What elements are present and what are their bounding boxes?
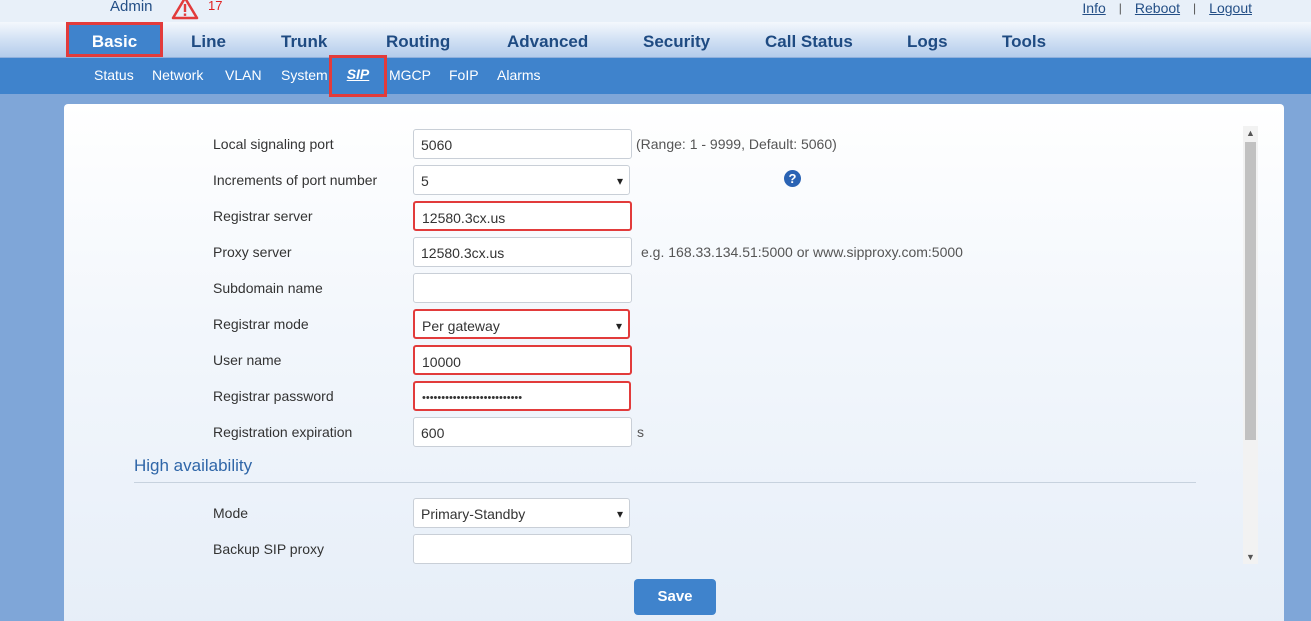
increments-label: Increments of port number xyxy=(213,172,378,188)
local-port-hint: (Range: 1 - 9999, Default: 5060) xyxy=(636,136,837,152)
row-proxy-server: Proxy server 12580.3cx.us e.g. 168.33.13… xyxy=(213,237,1113,267)
subnav-foip[interactable]: FoIP xyxy=(449,67,479,83)
scroll-up-icon[interactable]: ▲ xyxy=(1243,126,1258,140)
row-local-port: Local signaling port 5060 (Range: 1 - 99… xyxy=(213,129,1113,159)
registrar-server-label: Registrar server xyxy=(213,208,313,224)
row-registration-expiration: Registration expiration 600 s xyxy=(213,417,1113,447)
reboot-link[interactable]: Reboot xyxy=(1135,0,1180,16)
subnav-status[interactable]: Status xyxy=(94,67,134,83)
row-ha-mode: Mode Primary-Standby xyxy=(213,498,1113,529)
help-icon[interactable]: ? xyxy=(784,170,801,187)
subdomain-label: Subdomain name xyxy=(213,280,323,296)
nav-logs[interactable]: Logs xyxy=(907,22,948,57)
nav-trunk[interactable]: Trunk xyxy=(281,22,327,57)
section-divider xyxy=(134,482,1196,483)
user-name-label: User name xyxy=(213,352,282,368)
registrar-password-input[interactable]: •••••••••••••••••••••••••• xyxy=(413,381,631,411)
scrollbar[interactable]: ▲ ▼ xyxy=(1243,126,1258,564)
user-name-input[interactable]: 10000 xyxy=(413,345,632,375)
scroll-down-icon[interactable]: ▼ xyxy=(1243,550,1258,564)
top-links: Info | Reboot | Logout xyxy=(1082,0,1252,16)
subnav-alarms[interactable]: Alarms xyxy=(497,67,541,83)
row-registrar-password: Registrar password •••••••••••••••••••••… xyxy=(213,381,1113,411)
sub-nav: Status Network VLAN System SIP MGCP FoIP… xyxy=(0,55,1311,97)
proxy-server-hint: e.g. 168.33.134.51:5000 or www.sipproxy.… xyxy=(641,244,963,260)
row-registrar-server: Registrar server 12580.3cx.us xyxy=(213,201,1113,231)
subnav-sip[interactable]: SIP xyxy=(329,55,387,97)
row-increments: Increments of port number 5 ? xyxy=(213,165,1113,196)
local-port-input[interactable]: 5060 xyxy=(413,129,632,159)
subnav-network[interactable]: Network xyxy=(152,67,203,83)
nav-security[interactable]: Security xyxy=(643,22,710,57)
link-separator: | xyxy=(1118,1,1122,15)
subnav-system[interactable]: System xyxy=(281,67,328,83)
backup-proxy-input[interactable] xyxy=(413,534,632,564)
backup-proxy-label: Backup SIP proxy xyxy=(213,541,325,557)
alarm-warning-icon[interactable] xyxy=(171,0,199,20)
subnav-vlan[interactable]: VLAN xyxy=(225,67,262,83)
local-port-label: Local signaling port xyxy=(213,136,334,152)
subdomain-input[interactable] xyxy=(413,273,632,303)
nav-basic[interactable]: Basic xyxy=(66,22,163,57)
subnav-mgcp[interactable]: MGCP xyxy=(389,67,431,83)
increments-select[interactable]: 5 xyxy=(413,165,630,196)
nav-line[interactable]: Line xyxy=(191,22,226,57)
nav-call-status[interactable]: Call Status xyxy=(765,22,853,57)
scroll-thumb[interactable] xyxy=(1245,142,1256,440)
registration-expiration-unit: s xyxy=(637,424,644,440)
registrar-mode-label: Registrar mode xyxy=(213,316,309,332)
proxy-server-label: Proxy server xyxy=(213,244,292,260)
row-user-name: User name 10000 xyxy=(213,345,1113,375)
nav-advanced[interactable]: Advanced xyxy=(507,22,588,57)
nav-routing[interactable]: Routing xyxy=(386,22,450,57)
registrar-password-label: Registrar password xyxy=(213,388,334,404)
user-name: Admin xyxy=(110,0,153,15)
high-availability-title: High availability xyxy=(134,456,253,475)
main-nav: Basic Line Trunk Routing Advanced Securi… xyxy=(0,22,1311,58)
alarm-count[interactable]: 17 xyxy=(208,0,222,13)
save-button[interactable]: Save xyxy=(634,579,716,615)
ha-mode-select[interactable]: Primary-Standby xyxy=(413,498,630,529)
sip-settings-panel: Local signaling port 5060 (Range: 1 - 99… xyxy=(64,104,1284,621)
logout-link[interactable]: Logout xyxy=(1209,0,1252,16)
top-bar: Admin 17 Info | Reboot | Logout xyxy=(0,0,1311,22)
registrar-mode-select[interactable]: Per gateway xyxy=(413,309,630,341)
info-link[interactable]: Info xyxy=(1082,0,1105,16)
link-separator: | xyxy=(1193,1,1197,15)
registration-expiration-label: Registration expiration xyxy=(213,424,353,440)
registrar-server-input[interactable]: 12580.3cx.us xyxy=(413,201,632,231)
proxy-server-input[interactable]: 12580.3cx.us xyxy=(413,237,632,267)
ha-mode-label: Mode xyxy=(213,505,249,521)
row-subdomain: Subdomain name xyxy=(213,273,1113,303)
nav-tools[interactable]: Tools xyxy=(1002,22,1046,57)
registration-expiration-input[interactable]: 600 xyxy=(413,417,632,447)
row-registrar-mode: Registrar mode Per gateway xyxy=(213,309,1113,341)
row-backup-proxy: Backup SIP proxy xyxy=(213,534,1113,564)
